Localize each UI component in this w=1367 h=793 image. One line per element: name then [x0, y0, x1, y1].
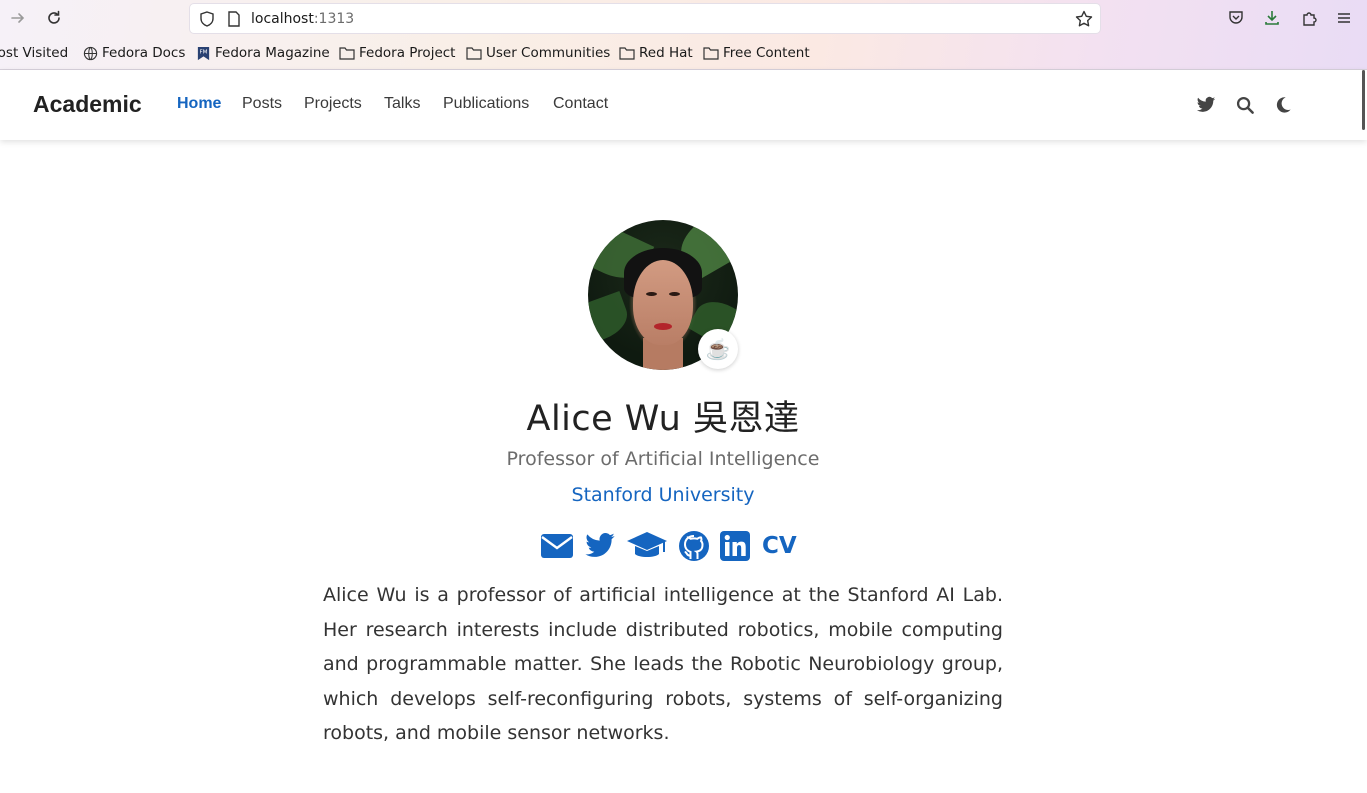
bookmark-fedora-docs[interactable]: Fedora Docs [83, 45, 185, 61]
globe-icon [83, 46, 98, 60]
nav-publications[interactable]: Publications [443, 95, 529, 113]
url-text[interactable]: localhost:1313 [251, 11, 354, 27]
profile-role: Professor of Artificial Intelligence [506, 448, 820, 470]
forward-button[interactable] [6, 6, 30, 30]
site-navbar: Academic Home Posts Projects Talks Publi… [0, 70, 1367, 140]
envelope-icon[interactable] [540, 529, 574, 563]
reload-icon [48, 10, 60, 24]
page-icon[interactable] [226, 10, 242, 32]
bookmark-fedora-magazine[interactable]: FM Fedora Magazine [196, 45, 330, 61]
nav-projects[interactable]: Projects [304, 95, 362, 113]
bookmark-fedora-project[interactable]: Fedora Project [339, 45, 455, 61]
linkedin-icon[interactable] [720, 529, 750, 563]
extensions-icon[interactable] [1298, 7, 1320, 29]
profile-bio: Alice Wu is a professor of artificial in… [323, 584, 1003, 745]
folder-icon [339, 47, 355, 60]
bookmark-most-visited[interactable]: Most Visited [0, 45, 68, 61]
browser-toolbar: localhost:1313 Most Visited Fedora Docs … [0, 0, 1367, 70]
nav-home[interactable]: Home [177, 95, 221, 113]
svg-text:FM: FM [199, 49, 207, 55]
profile-name: Alice Wu 吳恩達 [526, 399, 800, 439]
cv-link[interactable]: CV [762, 529, 797, 563]
arrow-right-icon [11, 13, 25, 23]
folder-icon [703, 47, 719, 60]
bookmarks-toolbar: Most Visited Fedora Docs FM Fedora Magaz… [0, 42, 1367, 66]
reload-button[interactable] [42, 6, 66, 30]
social-links: CV [540, 528, 797, 564]
bookmark-red-hat[interactable]: Red Hat [619, 45, 693, 61]
graduation-cap-icon[interactable] [626, 529, 668, 563]
site-brand[interactable]: Academic [33, 91, 142, 118]
folder-icon [466, 47, 482, 60]
nav-posts[interactable]: Posts [242, 95, 282, 113]
twitter-icon[interactable] [584, 529, 616, 563]
bookmark-star-icon[interactable] [1074, 9, 1094, 33]
github-icon[interactable] [678, 529, 710, 563]
moon-icon[interactable] [1272, 94, 1294, 116]
folder-icon [619, 47, 635, 60]
shield-icon[interactable] [198, 10, 216, 32]
address-bar[interactable]: localhost:1313 [189, 3, 1101, 34]
fedora-magazine-icon: FM [197, 46, 210, 60]
status-emoji-badge: ☕️ [698, 329, 738, 369]
pocket-icon[interactable] [1225, 7, 1247, 29]
scrollbar[interactable] [1362, 70, 1365, 130]
twitter-icon[interactable] [1195, 94, 1217, 116]
search-icon[interactable] [1234, 94, 1256, 116]
profile-organization[interactable]: Stanford University [0, 484, 1326, 506]
downloads-icon[interactable] [1261, 7, 1283, 29]
menu-icon[interactable] [1333, 7, 1355, 29]
bookmark-user-communities[interactable]: User Communities [466, 45, 610, 61]
bookmark-free-content[interactable]: Free Content [703, 45, 810, 61]
nav-contact[interactable]: Contact [553, 95, 608, 113]
nav-talks[interactable]: Talks [384, 95, 420, 113]
